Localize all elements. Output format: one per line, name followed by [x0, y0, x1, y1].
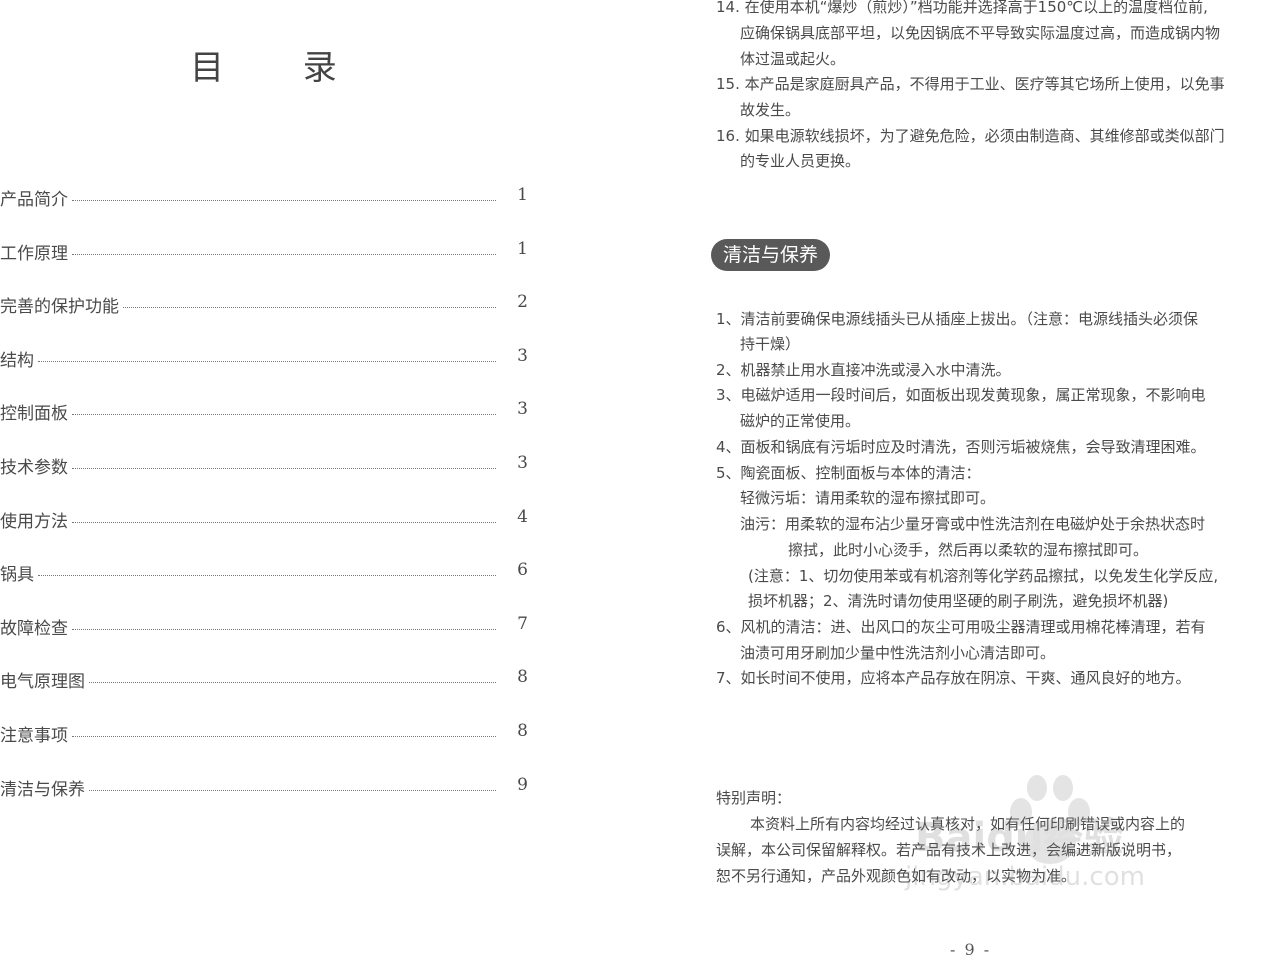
toc-entry-label: 结构 [0, 350, 34, 371]
toc-entry-page: 2 [517, 292, 528, 313]
cleaning-text-line: (注意：1、切勿使用苯或有机溶剂等化学药品擦拭，以免发生化学反应, [748, 567, 1219, 585]
notice-text-line: 误解，本公司保留解释权。若产品有技术上改进，会编进新版说明书， [716, 841, 1182, 859]
toc-entry-page: 1 [517, 238, 528, 259]
toc-entry-label: 技术参数 [0, 457, 68, 478]
toc-entry: 锅具 6 [0, 560, 540, 614]
toc-entry-label: 清洁与保养 [0, 779, 85, 800]
cleaning-text-line: 油污：用柔软的湿布沾少量牙膏或中性洗洁剂在电磁炉处于余热状态时 [740, 515, 1206, 533]
toc-dot-leader [38, 575, 496, 577]
toc-entry: 技术参数 3 [0, 453, 540, 507]
cleaning-text-line: 5、陶瓷面板、控制面板与本体的清洁： [716, 464, 981, 482]
toc-dot-leader [38, 360, 496, 362]
toc-entry-label: 控制面板 [0, 404, 68, 425]
toc-entry-page: 6 [517, 560, 528, 581]
toc-entry: 使用方法 4 [0, 507, 540, 561]
cleaning-text-line: 1、清洁前要确保电源线插头已从插座上拔出。（注意：电源线插头必须保 [716, 310, 1199, 328]
caution-text-line: 的专业人员更换。 [740, 152, 861, 170]
toc-dot-leader [123, 307, 496, 309]
toc-entry-label: 完善的保护功能 [0, 297, 119, 318]
cleaning-text-line: 损坏机器；2、清洗时请勿使用坚硬的刷子刷洗，避免损坏机器) [748, 592, 1169, 610]
caution-text-line: 应确保锅具底部平坦，以免因锅底不平导致实际温度过高，而造成锅内物 [740, 24, 1221, 42]
toc-entry: 完善的保护功能 2 [0, 292, 540, 346]
caution-text-line: 14. 在使用本机“爆炒（煎炒）”档功能并选择高于150℃以上的温度档位前, [716, 0, 1208, 16]
toc-entry: 控制面板 3 [0, 399, 540, 453]
caution-text-line: 故发生。 [740, 101, 801, 119]
cleaning-text-line: 擦拭，此时小心烫手，然后再以柔软的湿布擦拭即可。 [788, 541, 1149, 559]
caution-text-line: 15. 本产品是家庭厨具产品，不得用于工业、医疗等其它场所上使用，以免事 [716, 75, 1225, 93]
toc-dot-leader [72, 467, 496, 469]
toc-entry: 清洁与保养 9 [0, 775, 540, 829]
toc-dot-leader [89, 682, 496, 684]
caution-text-line: 16. 如果电源软线损坏，为了避免危险，必须由制造商、其维修部或类似部门 [716, 127, 1225, 145]
toc-entry-label: 使用方法 [0, 511, 68, 532]
toc-entry-page: 4 [517, 506, 528, 527]
toc-entry-page: 3 [517, 345, 528, 366]
toc-entry: 工作原理 1 [0, 239, 540, 293]
toc-entry-page: 1 [517, 185, 528, 205]
toc-entry: 注意事项 8 [0, 721, 540, 775]
caution-text-line: 体过温或起火。 [740, 50, 846, 68]
toc-dot-leader [72, 253, 496, 255]
section-title-badge: 清洁与保养 [711, 239, 831, 271]
toc-entry-label: 产品简介 [0, 190, 68, 210]
toc-entry-page: 7 [517, 613, 528, 634]
cleaning-text-line: 2、机器禁止用水直接冲洗或浸入水中清洗。 [716, 361, 1011, 379]
toc-entry-label: 注意事项 [0, 725, 68, 746]
cleaning-text-line: 磁炉的正常使用。 [740, 412, 861, 430]
cleaning-text-line: 4、面板和锅底有污垢时应及时清洗，否则污垢被烧焦，会导致清理困难。 [716, 438, 1206, 456]
toc-dot-leader [89, 789, 496, 791]
toc-entry: 产品简介 1 [0, 185, 540, 239]
toc-entry-label: 故障检查 [0, 618, 68, 639]
toc-dot-leader [72, 414, 496, 416]
cleaning-text-line: 7、如长时间不使用，应将本产品存放在阴凉、干爽、通风良好的地方。 [716, 669, 1191, 687]
toc-entry-label: 锅具 [0, 565, 34, 586]
toc-entry-page: 3 [517, 399, 528, 420]
toc-dot-leader [72, 735, 496, 737]
toc-entry-page: 9 [517, 774, 528, 795]
cleaning-text-line: 3、电磁炉适用一段时间后，如面板出现发黄现象，属正常现象，不影响电 [716, 386, 1206, 404]
cleaning-text-line: 油渍可用牙刷加少量中性洗洁剂小心清洁即可。 [740, 644, 1056, 662]
cleaning-text-line: 持干燥） [740, 335, 801, 353]
toc-entry-page: 3 [517, 452, 528, 473]
notice-text-line: 本资料上所有内容均经过认真核对，如有任何印刷错误或内容上的 [750, 815, 1186, 833]
toc-entry-label: 工作原理 [0, 243, 68, 264]
toc-dot-leader [72, 521, 496, 523]
cleaning-text-line: 6、风机的清洁：进、出风口的灰尘可用吸尘器清理或用棉花棒清理，若有 [716, 618, 1206, 636]
notice-text-line: 恕不另行通知，产品外观颜色如有改动，以实物为准。 [716, 867, 1077, 885]
page-number: - 9 - [950, 940, 992, 959]
toc-dot-leader [72, 200, 496, 201]
toc-entry-page: 8 [517, 667, 528, 688]
toc-entry-page: 8 [517, 720, 528, 741]
toc-entry-label: 电气原理图 [0, 672, 85, 693]
toc-entry: 结构 3 [0, 346, 540, 400]
notice-title: 特别声明： [716, 789, 792, 807]
toc-entry: 电气原理图 8 [0, 667, 540, 721]
toc-title: 目 录 [190, 48, 371, 88]
toc-dot-leader [72, 628, 496, 630]
table-of-contents: 产品简介 1 工作原理 1 完善的保护功能 2 结构 3 控制面板 3 技术参数 3 使用方法 4 锅具 6 故… [0, 185, 540, 828]
toc-entry: 故障检查 7 [0, 614, 540, 668]
cleaning-text-line: 轻微污垢：请用柔软的湿布擦拭即可。 [740, 489, 996, 507]
